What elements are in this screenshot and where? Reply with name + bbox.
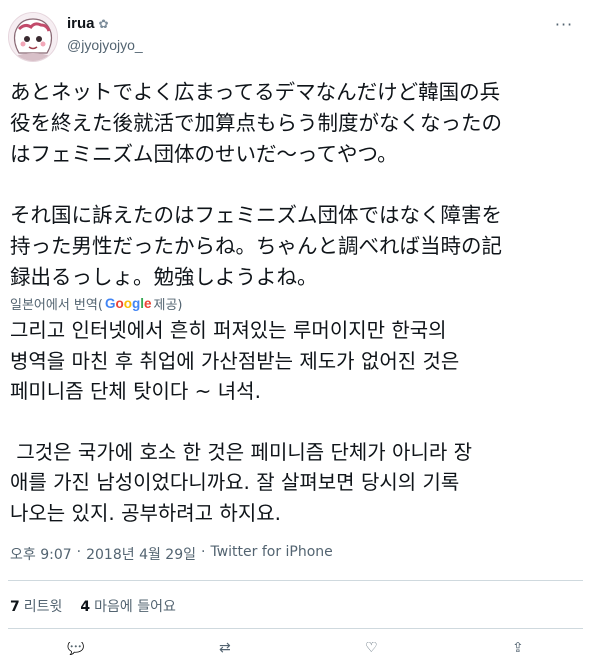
text-line: 持った男性だったからね。ちゃんと調べれば当時の記: [10, 234, 502, 258]
avatar[interactable]: [8, 12, 58, 62]
text-line: 그리고 인터넷에서 흔히 퍼져있는 루머이지만 한국의: [10, 318, 447, 342]
retweets-label: 리트윗: [23, 599, 63, 615]
retweet-icon[interactable]: ⇄: [219, 642, 231, 655]
text-line: 병역을 마친 후 취업에 가산점받는 제도가 없어진 것은: [10, 348, 460, 373]
tweet-stats: 7 리트윗 4 마음에 들어요: [10, 596, 176, 616]
text-line: 役を終えた後就活で加算点もらう制度がなくなったの: [10, 111, 502, 135]
text-line: それ国に訴えたのはフェミニズム団体ではなく障害を: [10, 203, 502, 227]
more-options-button[interactable]: ···: [549, 14, 579, 34]
text-line: 애를 가진 남성이었다니까요. 잘 살펴보면 당시의 기록: [10, 470, 460, 494]
text-line: 나오는 있지. 공부하려고 하지요.: [10, 500, 281, 525]
reply-icon[interactable]: 💬: [67, 642, 84, 655]
retweets-count: 7: [10, 599, 20, 615]
more-icon: ···: [554, 14, 574, 34]
translation-label-prefix: 일본어에서 번역(: [10, 298, 103, 313]
text-line: 録出るっしょ。勉強しようよね。: [10, 265, 318, 289]
author-name-row: irua ✿: [67, 15, 109, 32]
tweet-date[interactable]: 2018년 4월 29일: [86, 544, 196, 564]
likes-count: 4: [80, 599, 91, 615]
name-emoji-icon: ✿: [98, 16, 109, 31]
tweet-meta: 오후 9:07 · 2018년 4월 29일 · Twitter for iPh…: [10, 544, 333, 564]
text-line: 페미니즘 단체 탓이다 ~ 녀석.: [10, 379, 261, 403]
likes-label: 마음에 들어요: [94, 599, 176, 615]
text-line: はフェミニズム団体のせいだ〜ってやつ。: [10, 142, 398, 166]
likes-stat[interactable]: 4 마음에 들어요: [80, 596, 175, 616]
translation-label-suffix: 제공): [153, 298, 183, 313]
tweet-source[interactable]: Twitter for iPhone: [210, 544, 332, 564]
divider: [8, 628, 583, 629]
text-line: 그것은 국가에 호소 한 것은 페미니즘 단체가 아니라 장: [10, 439, 473, 464]
tweet-card: irua ✿ @jyojyojyo_ ··· あとネットでよく広まってるデマなん…: [0, 0, 591, 655]
tweet-text-translated: 그리고 인터넷에서 흔히 퍼져있는 루머이지만 한국의 병역을 마친 후 취업에…: [10, 315, 585, 528]
text-line: あとネットでよく広まってるデマなんだけど韓国の兵: [10, 80, 501, 104]
avatar-illustration: [9, 13, 57, 61]
tweet-time[interactable]: 오후 9:07: [10, 544, 72, 564]
meta-separator: ·: [201, 544, 206, 560]
meta-separator: ·: [76, 544, 82, 560]
like-icon[interactable]: ♡: [365, 642, 378, 655]
tweet-text-original: あとネットでよく広まってるデマなんだけど韓国の兵 役を終えた後就活で加算点もらう…: [10, 77, 585, 293]
divider: [8, 580, 583, 581]
share-icon[interactable]: ⇪: [512, 642, 524, 655]
user-handle[interactable]: @jyojyojyo_: [67, 37, 143, 53]
action-bar: 💬 ⇄ ♡ ⇪: [0, 642, 591, 655]
translation-attribution: 일본어에서 번역( Google 제공): [10, 294, 182, 313]
display-name[interactable]: irua: [67, 15, 95, 32]
google-logo: Google: [104, 296, 152, 311]
retweets-stat[interactable]: 7 리트윗: [10, 596, 62, 616]
